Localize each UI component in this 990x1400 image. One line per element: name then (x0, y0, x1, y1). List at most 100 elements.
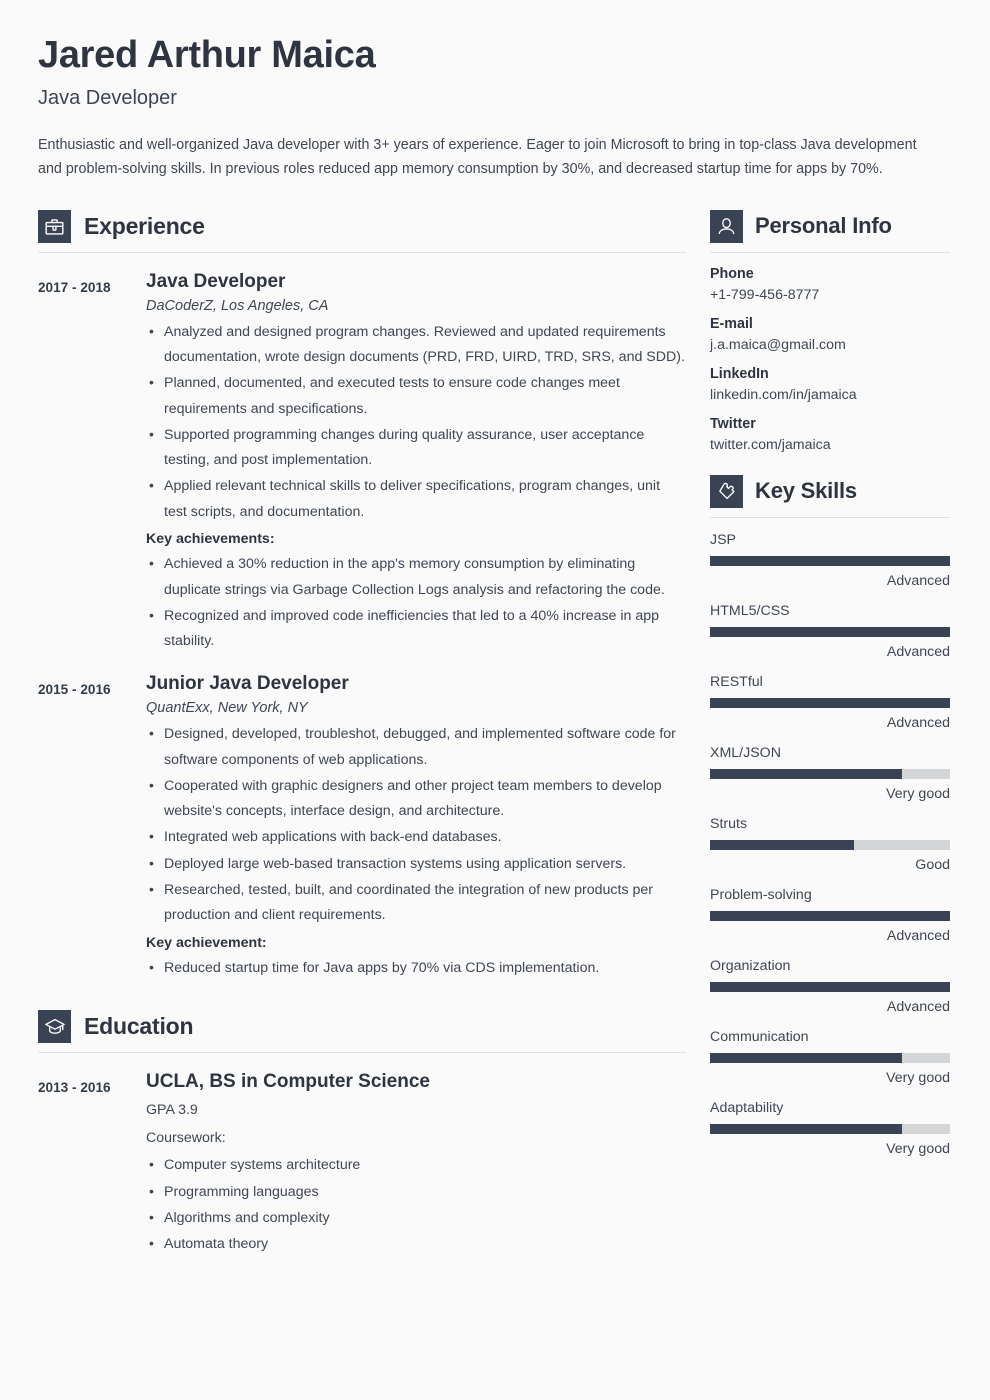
skill-level: Advanced (886, 714, 950, 731)
experience-achievements: Achieved a 30% reduction in the app's me… (146, 551, 686, 655)
skill-item: Problem-solving Advanced (710, 887, 950, 944)
list-item: Programming languages (146, 1179, 686, 1205)
skill-name: Struts (710, 815, 748, 832)
info-value[interactable]: twitter.com/jamaica (710, 437, 950, 453)
list-item: Designed, developed, troubleshot, debugg… (146, 721, 686, 773)
skill-bar-fill (710, 1123, 902, 1134)
key-skills-section-header: Key Skills (710, 474, 950, 515)
personal-info-item: Twitter twitter.com/jamaica (710, 416, 950, 453)
skill-bar-fill (710, 626, 950, 637)
info-value[interactable]: +1-799-456-8777 (710, 287, 950, 303)
experience-entry-body: Java Developer DaCoderZ, Los Angeles, CA… (146, 271, 686, 656)
info-label: Twitter (710, 415, 756, 432)
skill-level: Advanced (886, 927, 950, 944)
info-label: E-mail (710, 315, 753, 332)
person-icon (710, 209, 743, 243)
list-item: Analyzed and designed program changes. R… (146, 319, 686, 371)
skill-name: Organization (710, 957, 791, 974)
skill-bar-fill (710, 1052, 902, 1063)
list-item: Supported programming changes during qua… (146, 422, 686, 474)
skill-bar-fill (710, 555, 950, 566)
info-label: Phone (710, 265, 754, 282)
personal-info-title: Personal Info (755, 213, 892, 239)
skill-name: Problem-solving (710, 886, 812, 903)
list-item: Integrated web applications with back-en… (146, 824, 686, 850)
skill-bar-track (710, 697, 950, 708)
education-gpa: GPA 3.9 (146, 1102, 198, 1119)
skill-item: RESTful Advanced (710, 674, 950, 731)
resume-columns: Experience 2017 - 2018 Java Developer Da… (38, 209, 950, 1259)
key-skills-divider (710, 516, 950, 518)
skill-name: JSP (710, 531, 737, 548)
graduation-cap-icon (38, 1010, 71, 1044)
skill-item: XML/JSON Very good (710, 745, 950, 802)
skill-bar-track (710, 981, 950, 992)
skill-level: Advanced (886, 998, 950, 1015)
side-column: Personal Info Phone +1-799-456-8777 E-ma… (710, 209, 950, 1179)
experience-role: Java Developer (146, 270, 286, 292)
education-section: Education 2013 - 2016 UCLA, BS in Comput… (38, 1010, 686, 1258)
skill-bar-track (710, 555, 950, 566)
personal-info-section-header: Personal Info (710, 209, 950, 250)
professional-summary: Enthusiastic and well-organized Java dev… (38, 136, 917, 178)
experience-entry: 2017 - 2018 Java Developer DaCoderZ, Los… (38, 271, 686, 656)
personal-info-item: LinkedIn linkedin.com/in/jamaica (710, 366, 950, 403)
skill-level: Very good (886, 1069, 950, 1086)
experience-section-header: Experience (38, 209, 686, 250)
info-label: LinkedIn (710, 365, 769, 382)
experience-company: QuantExx, New York, NY (146, 700, 308, 717)
list-item: Automata theory (146, 1231, 686, 1257)
education-section-header: Education (38, 1010, 686, 1050)
personal-info-section: Personal Info Phone +1-799-456-8777 E-ma… (710, 209, 950, 453)
key-achievements-label: Key achievements: (146, 530, 275, 547)
experience-dates: 2015 - 2016 (38, 682, 111, 698)
info-value[interactable]: linkedin.com/in/jamaica (710, 387, 950, 403)
experience-entry-body: Junior Java Developer QuantExx, New York… (146, 673, 686, 982)
info-value[interactable]: j.a.maica@gmail.com (710, 337, 950, 353)
skill-name: XML/JSON (710, 744, 781, 761)
skill-level: Advanced (886, 643, 950, 660)
skill-bar-fill (710, 910, 950, 921)
key-skills-title: Key Skills (755, 478, 857, 504)
skill-name: Adaptability (710, 1099, 784, 1116)
experience-section: Experience 2017 - 2018 Java Developer Da… (38, 209, 686, 982)
list-item: Researched, tested, built, and coordinat… (146, 877, 686, 929)
education-entry-body: UCLA, BS in Computer Science GPA 3.9 Cou… (146, 1071, 686, 1258)
puzzle-piece-icon (710, 474, 743, 508)
skill-bar-track (710, 1052, 950, 1063)
experience-role: Junior Java Developer (146, 673, 349, 695)
resume-header: Jared Arthur Maica Java Developer Enthus… (38, 34, 950, 182)
experience-title: Experience (84, 212, 205, 239)
list-item: Reduced startup time for Java apps by 70… (146, 955, 686, 981)
experience-achievements: Reduced startup time for Java apps by 70… (146, 955, 686, 981)
skill-name: HTML5/CSS (710, 602, 790, 619)
coursework-label: Coursework: (146, 1129, 226, 1146)
skill-bar-fill (710, 697, 950, 708)
skill-bar-fill (710, 768, 902, 779)
skill-level: Very good (886, 785, 950, 802)
skill-level: Very good (886, 1140, 950, 1157)
education-dates: 2013 - 2016 (38, 1080, 111, 1096)
list-item: Recognized and improved code inefficienc… (146, 603, 686, 655)
experience-divider (38, 251, 686, 253)
list-item: Applied relevant technical skills to del… (146, 473, 686, 525)
skill-bar-fill (710, 981, 950, 992)
education-school: UCLA, BS in Computer Science (146, 1071, 430, 1093)
list-item: Cooperated with graphic designers and ot… (146, 773, 686, 825)
skill-item: Struts Good (710, 816, 950, 873)
personal-info-item: Phone +1-799-456-8777 (710, 266, 950, 303)
experience-company: DaCoderZ, Los Angeles, CA (146, 297, 329, 314)
skill-name: Communication (710, 1028, 809, 1045)
experience-dates: 2017 - 2018 (38, 279, 111, 295)
candidate-job-title: Java Developer (38, 86, 177, 109)
list-item: Deployed large web-based transaction sys… (146, 851, 686, 877)
skill-item: Organization Advanced (710, 958, 950, 1015)
coursework-list: Computer systems architecture Programmin… (146, 1152, 686, 1257)
key-achievement-label: Key achievement: (146, 934, 267, 951)
experience-bullets: Designed, developed, troubleshot, debugg… (146, 721, 686, 929)
skill-level: Good (915, 856, 950, 873)
resume-page: Jared Arthur Maica Java Developer Enthus… (0, 0, 990, 1400)
list-item: Computer systems architecture (146, 1152, 686, 1178)
skill-level: Advanced (886, 572, 950, 589)
education-entry: 2013 - 2016 UCLA, BS in Computer Science… (38, 1071, 686, 1258)
